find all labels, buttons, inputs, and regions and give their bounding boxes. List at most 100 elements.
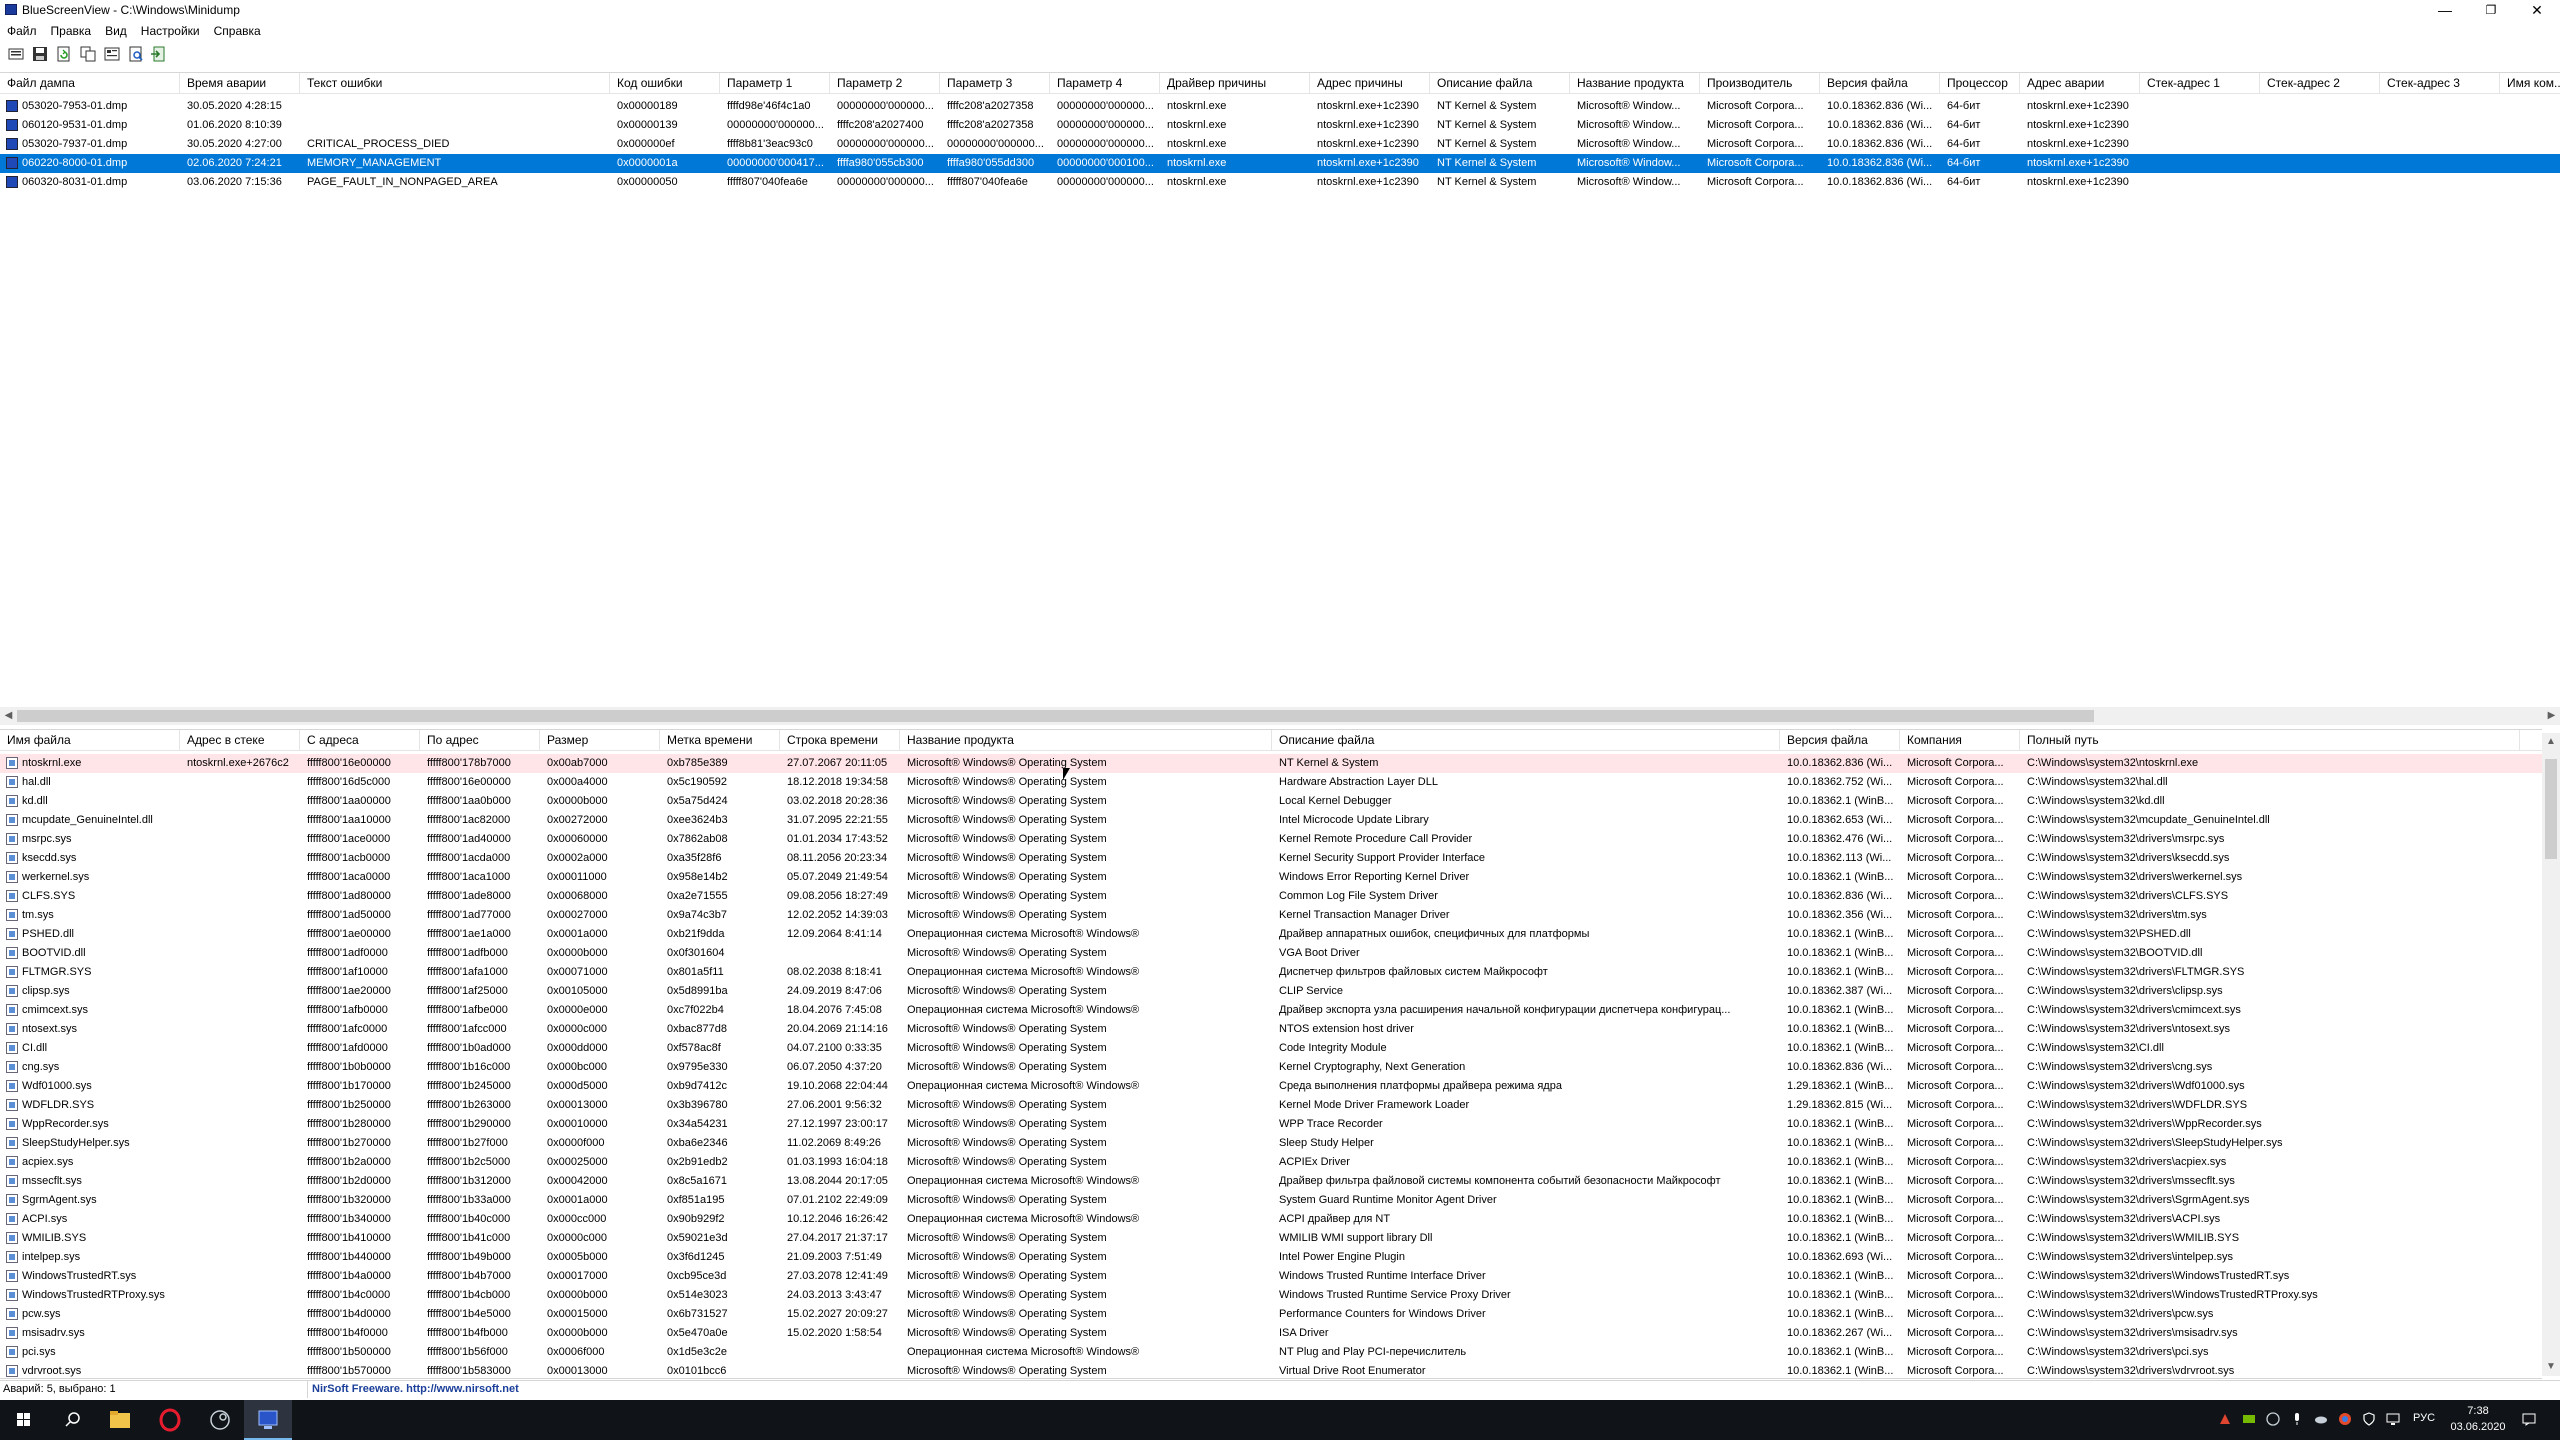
drivers-column-header[interactable]: Версия файла <box>1780 730 1900 750</box>
drivers-column-header[interactable]: Адрес в стеке <box>180 730 300 750</box>
driver-row[interactable]: Wdf01000.sys fffff800'1b170000 fffff800'1b… <box>0 1077 2542 1096</box>
search-icon[interactable] <box>48 1400 96 1440</box>
dumps-column-header[interactable]: Стек-адрес 1 <box>2140 73 2260 93</box>
tray-app-icon[interactable] <box>2218 1412 2232 1426</box>
driver-row[interactable]: pcw.sys fffff800'1b4d0000 fffff800'1b4e500… <box>0 1305 2542 1324</box>
exit-icon[interactable] <box>150 46 166 62</box>
tray-mic-icon[interactable] <box>2290 1412 2304 1426</box>
tray-nvidia-icon[interactable] <box>2242 1412 2256 1426</box>
properties-icon[interactable] <box>104 46 120 62</box>
dump-row[interactable]: 060120-9531-01.dmp 01.06.2020 8:10:39 0x00… <box>0 116 2560 135</box>
driver-row[interactable]: ksecdd.sys fffff800'1acb0000 fffff800'1acd… <box>0 849 2542 868</box>
dumps-column-header[interactable]: Производитель <box>1700 73 1820 93</box>
copy-icon[interactable] <box>80 46 96 62</box>
driver-row[interactable]: BOOTVID.dll fffff800'1adf0000 fffff800'1ad… <box>0 944 2542 963</box>
scroll-up-arrow-icon[interactable]: ▲ <box>2542 733 2560 751</box>
driver-row[interactable]: SleepStudyHelper.sys fffff800'1b270000 fff… <box>0 1134 2542 1153</box>
dump-row[interactable]: 060220-8000-01.dmp 02.06.2020 7:24:21 MEMO… <box>0 154 2560 173</box>
dumps-column-header[interactable]: Стек-адрес 2 <box>2260 73 2380 93</box>
driver-row[interactable]: WppRecorder.sys fffff800'1b280000 fffff800… <box>0 1115 2542 1134</box>
dumps-column-header[interactable]: Время аварии <box>180 73 300 93</box>
file-explorer-icon[interactable] <box>96 1400 144 1440</box>
dumps-column-header[interactable]: Параметр 2 <box>830 73 940 93</box>
dumps-column-header[interactable]: Параметр 4 <box>1050 73 1160 93</box>
drivers-column-header[interactable]: Имя файла <box>0 730 180 750</box>
minimize-button[interactable]: — <box>2422 0 2468 20</box>
bluescreenview-icon[interactable] <box>244 1400 292 1440</box>
drivers-column-header[interactable]: Компания <box>1900 730 2020 750</box>
driver-row[interactable]: SgrmAgent.sys fffff800'1b320000 fffff800'1… <box>0 1191 2542 1210</box>
drivers-column-header[interactable]: Размер <box>540 730 660 750</box>
driver-row[interactable]: cmimcext.sys fffff800'1afb0000 fffff800'1a… <box>0 1001 2542 1020</box>
dumps-column-header[interactable]: Название продукта <box>1570 73 1700 93</box>
dumps-column-header[interactable]: Процессор <box>1940 73 2020 93</box>
dumps-column-header[interactable]: Драйвер причины <box>1160 73 1310 93</box>
scroll-left-arrow-icon[interactable]: ◀ <box>0 707 17 725</box>
tray-cloud-icon[interactable] <box>2314 1412 2328 1426</box>
crash-dumps-list[interactable]: Файл дампа Время аварии Текст ошибки Код ош… <box>0 72 2560 709</box>
refresh-icon[interactable] <box>56 46 72 62</box>
steam-icon[interactable] <box>196 1400 244 1440</box>
driver-row[interactable]: WDFLDR.SYS fffff800'1b250000 fffff800'1b26… <box>0 1096 2542 1115</box>
dumps-column-header[interactable]: Параметр 3 <box>940 73 1050 93</box>
driver-row[interactable]: FLTMGR.SYS fffff800'1af10000 fffff800'1afa… <box>0 963 2542 982</box>
dumps-column-header[interactable]: Описание файла <box>1430 73 1570 93</box>
menu-help[interactable]: Справка <box>207 22 268 40</box>
drivers-column-header[interactable]: По адрес <box>420 730 540 750</box>
taskbar-clock[interactable]: 7:38 03.06.2020 <box>2443 1403 2513 1435</box>
driver-row[interactable]: ACPI.sys fffff800'1b340000 fffff800'1b40c0… <box>0 1210 2542 1229</box>
driver-row[interactable]: tm.sys fffff800'1ad50000 fffff800'1ad77000… <box>0 906 2542 925</box>
drivers-column-header[interactable]: Описание файла <box>1272 730 1780 750</box>
opera-browser-icon[interactable] <box>146 1400 194 1440</box>
driver-row[interactable]: msisadrv.sys fffff800'1b4f0000 fffff800'1b… <box>0 1324 2542 1343</box>
drivers-column-header[interactable]: Метка времени <box>660 730 780 750</box>
driver-row[interactable]: CI.dll fffff800'1afd0000 fffff800'1b0ad000… <box>0 1039 2542 1058</box>
dump-row[interactable]: 060320-8031-01.dmp 03.06.2020 7:15:36 PAGE… <box>0 173 2560 192</box>
scroll-down-arrow-icon[interactable]: ▼ <box>2542 1358 2560 1376</box>
dumps-column-header[interactable]: Файл дампа <box>0 73 180 93</box>
nirsoft-link[interactable]: NirSoft Freeware. http://www.nirsoft.net <box>307 1381 519 1398</box>
tray-network-icon[interactable] <box>2386 1412 2400 1426</box>
driver-row[interactable]: WindowsTrustedRT.sys fffff800'1b4a0000 fff… <box>0 1267 2542 1286</box>
horizontal-scrollbar[interactable]: ◀ ▶ <box>0 707 2560 725</box>
driver-row[interactable]: pci.sys fffff800'1b500000 fffff800'1b56f00… <box>0 1343 2542 1362</box>
driver-row[interactable]: WindowsTrustedRTProxy.sys fffff800'1b4c00… <box>0 1286 2542 1305</box>
drivers-column-header[interactable]: Название продукта <box>900 730 1272 750</box>
driver-row[interactable]: ntosext.sys fffff800'1afc0000 fffff800'1af… <box>0 1020 2542 1039</box>
horizontal-scroll-thumb[interactable] <box>17 710 2094 722</box>
scroll-right-arrow-icon[interactable]: ▶ <box>2543 707 2560 725</box>
notifications-icon[interactable] <box>2522 1412 2536 1426</box>
driver-row[interactable]: cng.sys fffff800'1b0b0000 fffff800'1b16c00… <box>0 1058 2542 1077</box>
dump-row[interactable]: 053020-7937-01.dmp 30.05.2020 4:27:00 CRIT… <box>0 135 2560 154</box>
dumps-column-header[interactable]: Адрес аварии <box>2020 73 2140 93</box>
drivers-column-header[interactable]: С адреса <box>300 730 420 750</box>
driver-row[interactable]: mssecflt.sys fffff800'1b2d0000 fffff800'1b… <box>0 1172 2542 1191</box>
vertical-scroll-thumb[interactable] <box>2545 759 2557 859</box>
driver-row[interactable]: mcupdate_GenuineIntel.dll fffff800'1aa100… <box>0 811 2542 830</box>
tray-shield-icon[interactable] <box>2362 1412 2376 1426</box>
driver-row[interactable]: acpiex.sys fffff800'1b2a0000 fffff800'1b2c… <box>0 1153 2542 1172</box>
menu-settings[interactable]: Настройки <box>134 22 207 40</box>
tray-steam-icon[interactable] <box>2266 1412 2280 1426</box>
input-language[interactable]: РУС <box>2413 1412 2435 1424</box>
open-report-icon[interactable] <box>8 46 24 62</box>
menu-edit[interactable]: Правка <box>44 22 99 40</box>
driver-row[interactable]: intelpep.sys fffff800'1b440000 fffff800'1b… <box>0 1248 2542 1267</box>
dumps-column-header[interactable]: Версия файла <box>1820 73 1940 93</box>
tray-app2-icon[interactable] <box>2338 1412 2352 1426</box>
driver-row[interactable]: msrpc.sys fffff800'1ace0000 fffff800'1ad40… <box>0 830 2542 849</box>
menu-file[interactable]: Файл <box>0 22 44 40</box>
driver-row[interactable]: PSHED.dll fffff800'1ae00000 fffff800'1ae1a… <box>0 925 2542 944</box>
save-icon[interactable] <box>32 46 48 62</box>
dumps-column-header[interactable]: Имя ком... <box>2500 73 2560 93</box>
driver-row[interactable]: kd.dll fffff800'1aa00000 fffff800'1aa0b000… <box>0 792 2542 811</box>
dumps-column-header[interactable]: Адрес причины <box>1310 73 1430 93</box>
close-button[interactable]: ✕ <box>2514 0 2560 20</box>
menu-view[interactable]: Вид <box>98 22 134 40</box>
driver-row[interactable]: vdrvroot.sys fffff800'1b570000 fffff800'1b… <box>0 1362 2542 1378</box>
maximize-button[interactable]: ❐ <box>2468 0 2514 20</box>
driver-row[interactable]: CLFS.SYS fffff800'1ad80000 fffff800'1ade80… <box>0 887 2542 906</box>
html-report-icon[interactable] <box>128 46 144 62</box>
driver-row[interactable]: WMILIB.SYS fffff800'1b410000 fffff800'1b41… <box>0 1229 2542 1248</box>
dumps-column-header[interactable]: Стек-адрес 3 <box>2380 73 2500 93</box>
